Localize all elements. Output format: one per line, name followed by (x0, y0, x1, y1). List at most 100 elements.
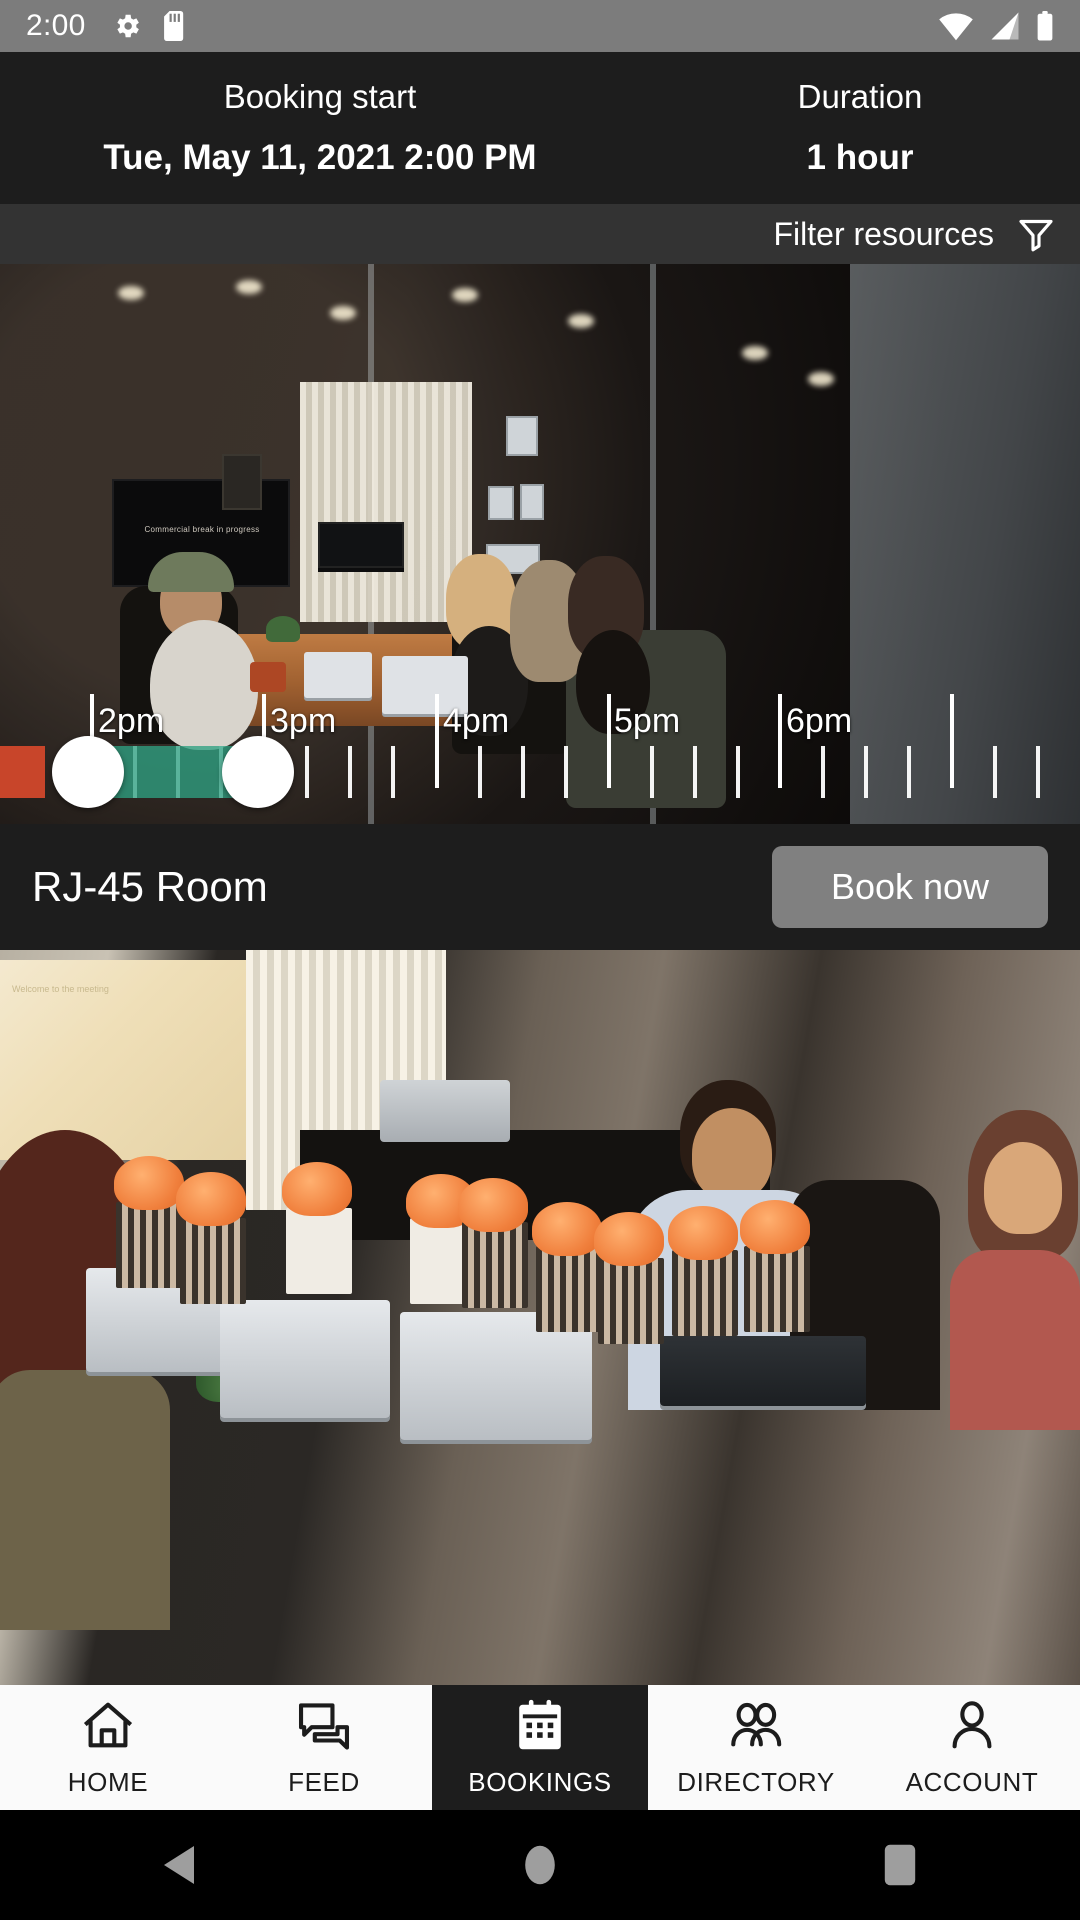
person-torso (0, 1370, 170, 1630)
projection-screen: Welcome to the meeting (0, 960, 250, 1160)
book-now-button[interactable]: Book now (772, 846, 1048, 928)
resource-card-rj45[interactable]: Commercial break in progress 2pm 3pm 4pm… (0, 264, 1080, 950)
battery-icon (1037, 11, 1053, 41)
status-bar-left-icons (112, 11, 186, 41)
ceiling-light (118, 286, 144, 300)
wall-frame (506, 416, 538, 456)
home-icon (83, 1702, 133, 1748)
booking-start-value: Tue, May 11, 2021 2:00 PM (103, 138, 537, 177)
person-torso (950, 1250, 1080, 1430)
projection-text: Welcome to the meeting (12, 984, 109, 994)
back-triangle-icon (164, 1846, 194, 1884)
gift-tissue (668, 1206, 738, 1260)
timeline-minor-tick (391, 746, 395, 798)
nav-label-bookings: BOOKINGS (468, 1767, 612, 1797)
nav-item-directory[interactable]: DIRECTORY (648, 1685, 864, 1810)
gift-bag (180, 1218, 246, 1304)
android-back-button[interactable] (90, 1810, 270, 1920)
timeline-label-2pm: 2pm (98, 702, 165, 740)
laptop (660, 1336, 866, 1406)
people-icon (731, 1702, 782, 1747)
filter-resources-label: Filter resources (773, 215, 995, 252)
gift-tissue (594, 1212, 664, 1266)
gift-bag (462, 1222, 528, 1308)
wall-frame (488, 486, 514, 520)
resource-photo-second: Welcome to the meeting (0, 950, 1080, 1685)
laptop (220, 1300, 390, 1418)
gift-tissue (176, 1172, 246, 1226)
timeline-end-handle[interactable] (222, 736, 294, 808)
sd-card-icon (163, 11, 183, 41)
funnel-filter-icon[interactable] (1016, 214, 1056, 254)
coffee-cup (250, 662, 286, 692)
ceiling-light (452, 288, 478, 302)
timeline-label-3pm: 3pm (270, 702, 337, 740)
timeline-hour-tick (950, 694, 954, 788)
timeline-minor-tick (821, 746, 825, 798)
person-icon (952, 1701, 992, 1749)
nav-label-feed: FEED (288, 1767, 360, 1797)
gift-tissue (532, 1202, 602, 1256)
app-screen: 2:00 Booking start Tue, May 11, 2021 2:0… (0, 0, 1080, 1920)
monitor (318, 522, 404, 568)
chat-icon (298, 1703, 350, 1750)
resource-card-footer: RJ-45 Room Book now (0, 824, 1080, 950)
booking-start-field[interactable]: Booking start Tue, May 11, 2021 2:00 PM (0, 52, 640, 204)
ceiling-light (330, 306, 356, 320)
person-silhouette (984, 1142, 1062, 1234)
person-silhouette (692, 1108, 772, 1200)
timeline-minor-tick (478, 746, 482, 798)
timeline-hour-tick (435, 694, 439, 788)
nav-item-feed[interactable]: FEED (216, 1685, 432, 1810)
gift-bag (672, 1250, 738, 1336)
timeline-minor-tick (564, 746, 568, 798)
timeline-hour-labels: 2pm 3pm 4pm 5pm 6pm (0, 694, 1080, 748)
timeline-minor-tick (521, 746, 525, 798)
booking-duration-value: 1 hour (806, 138, 914, 177)
wifi-icon (939, 13, 973, 41)
booking-duration-field[interactable]: Duration 1 hour (640, 52, 1080, 204)
gift-tissue (114, 1156, 184, 1210)
status-bar-clock: 2:00 (26, 9, 86, 42)
timeline-label-6pm: 6pm (786, 702, 853, 740)
timeline-hour-tick (778, 694, 782, 788)
wall-frame (520, 484, 544, 520)
gift-tissue (282, 1162, 352, 1216)
timeline-label-4pm: 4pm (443, 702, 510, 740)
android-home-button[interactable] (450, 1810, 630, 1920)
timeline-start-handle[interactable] (52, 736, 124, 808)
gear-icon (116, 14, 139, 38)
timeline-hour-tick (607, 694, 611, 788)
timeline-minor-tick (650, 746, 654, 798)
availability-timeline[interactable]: 2pm 3pm 4pm 5pm 6pm (0, 694, 1080, 824)
timeline-minor-tick (348, 746, 352, 798)
nav-item-home[interactable]: HOME (0, 1685, 216, 1810)
booking-header: Booking start Tue, May 11, 2021 2:00 PM … (0, 52, 1080, 204)
laptop (304, 652, 372, 698)
gift-bag (286, 1208, 352, 1294)
gift-tissue (458, 1178, 528, 1232)
nav-item-account[interactable]: ACCOUNT (864, 1685, 1080, 1810)
timeline-minor-tick (693, 746, 697, 798)
tv-caption: Commercial break in progress (144, 525, 260, 534)
gift-tissue (740, 1200, 810, 1254)
calendar-icon (519, 1699, 561, 1750)
filter-resources-bar[interactable]: Filter resources (0, 204, 1080, 264)
timeline-minor-tick (305, 746, 309, 798)
timeline-busy-block (0, 746, 45, 798)
nav-label-directory: DIRECTORY (677, 1767, 835, 1797)
ceiling-light (742, 346, 768, 360)
android-navigation-bar (0, 1810, 1080, 1920)
nav-label-account: ACCOUNT (905, 1767, 1039, 1797)
nav-item-bookings[interactable]: BOOKINGS (432, 1685, 648, 1810)
timeline-minor-tick (736, 746, 740, 798)
timeline-minor-tick (907, 746, 911, 798)
resource-card-second[interactable]: Welcome to the meeting (0, 950, 1080, 1685)
gift-bag (536, 1246, 602, 1332)
nav-label-home: HOME (67, 1767, 149, 1797)
ceiling-light (808, 372, 834, 386)
ceiling-light (568, 314, 594, 328)
android-recents-button[interactable] (810, 1810, 990, 1920)
booking-duration-label: Duration (797, 78, 923, 115)
timeline-minor-tick (864, 746, 868, 798)
